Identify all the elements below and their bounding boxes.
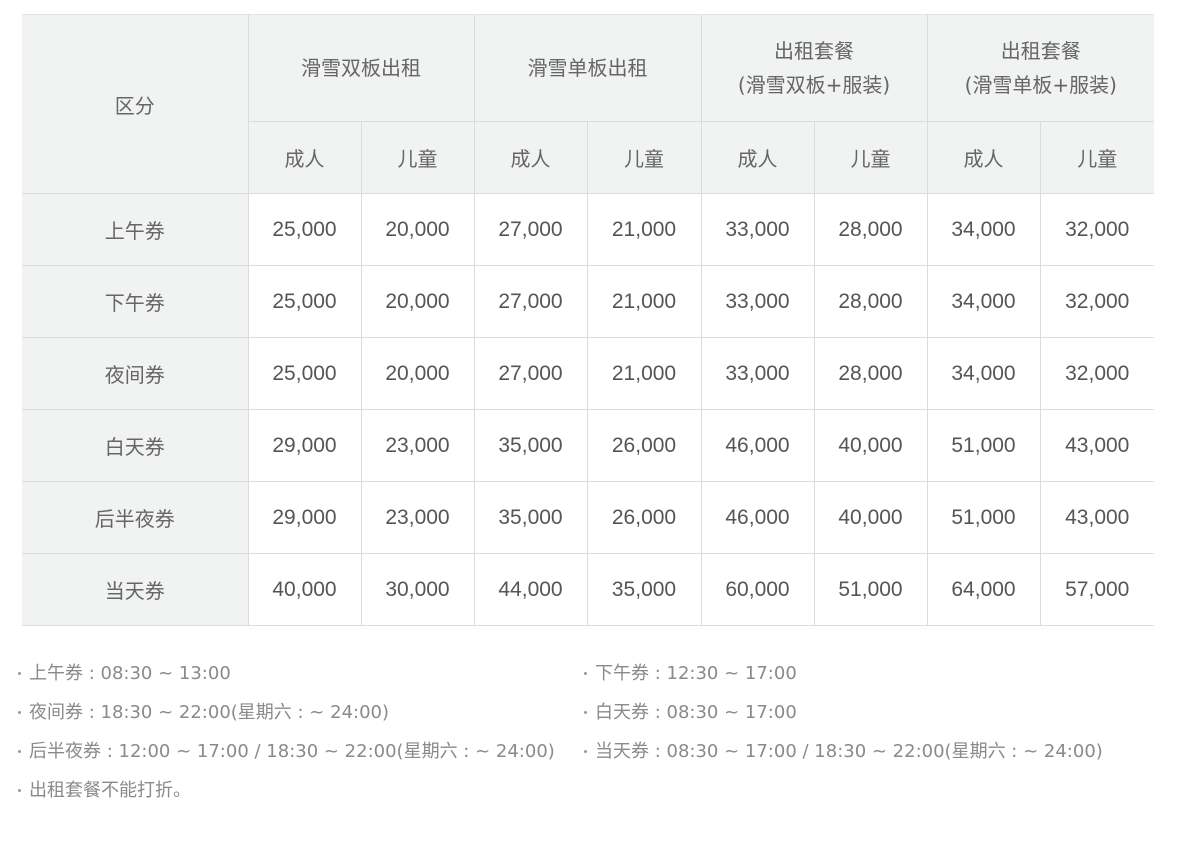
note-text: 夜间券 : 18:30 ~ 22:00(星期六 : ~ 24:00): [29, 702, 390, 723]
price-cell: 26,000: [586, 409, 702, 482]
price-cell: 40,000: [247, 553, 362, 626]
note-day-ticket: 白天券 : 08:30 ~ 17:00: [584, 699, 1144, 723]
note-late-night-ticket: 后半夜券 : 12:00 ~ 17:00 / 18:30 ~ 22:00(星期六…: [18, 738, 584, 762]
price-cell: 32,000: [1039, 337, 1154, 410]
price-cell: 34,000: [926, 193, 1041, 266]
price-cell: 25,000: [247, 337, 362, 410]
price-cell: 23,000: [360, 409, 475, 482]
price-cell: 40,000: [813, 409, 928, 482]
price-cell: 34,000: [926, 265, 1041, 338]
price-cell: 51,000: [926, 481, 1041, 554]
bullet-icon: [18, 671, 21, 675]
category-header: 区分: [22, 14, 249, 194]
row-label: 白天券: [22, 409, 249, 482]
row-label: 夜间券: [22, 337, 249, 410]
row-label: 后半夜券: [22, 481, 249, 554]
price-cell: 28,000: [813, 265, 928, 338]
price-cell: 28,000: [813, 193, 928, 266]
table-row: 后半夜券 29,000 23,000 35,000 26,000 46,000 …: [22, 481, 1154, 554]
snowboard-rental-header: 滑雪单板出租: [473, 14, 702, 122]
price-cell: 25,000: [247, 265, 362, 338]
price-cell: 29,000: [247, 409, 362, 482]
child-header: 儿童: [1039, 121, 1154, 194]
row-label: 下午券: [22, 265, 249, 338]
table-row: 白天券 29,000 23,000 35,000 26,000 46,000 4…: [22, 409, 1154, 482]
price-cell: 32,000: [1039, 193, 1154, 266]
price-cell: 46,000: [700, 409, 815, 482]
table-row: 下午券 25,000 20,000 27,000 21,000 33,000 2…: [22, 265, 1154, 338]
price-cell: 33,000: [700, 337, 815, 410]
ski-rental-header: 滑雪双板出租: [247, 14, 475, 122]
note-package-no-discount: 出租套餐不能打折。: [18, 777, 584, 801]
row-label: 当天券: [22, 553, 249, 626]
note-text: 出租套餐不能打折。: [29, 780, 191, 801]
bullet-icon: [584, 749, 587, 753]
price-cell: 33,000: [700, 265, 815, 338]
note-morning-ticket: 上午券 : 08:30 ~ 13:00: [18, 660, 584, 684]
table-row: 当天券 40,000 30,000 44,000 35,000 60,000 5…: [22, 553, 1154, 626]
note-text: 当天券 : 08:30 ~ 17:00 / 18:30 ~ 22:00(星期六 …: [595, 741, 1103, 762]
table-row: 上午券 25,000 20,000 27,000 21,000 33,000 2…: [22, 193, 1154, 266]
price-cell: 27,000: [473, 193, 588, 266]
price-cell: 35,000: [586, 553, 702, 626]
bullet-icon: [18, 710, 21, 714]
snowboard-package-header: 出租套餐 (滑雪单板+服装): [926, 14, 1154, 122]
note-night-ticket: 夜间券 : 18:30 ~ 22:00(星期六 : ~ 24:00): [18, 699, 584, 723]
note-text: 下午券 : 12:30 ~ 17:00: [595, 663, 797, 684]
price-cell: 21,000: [586, 193, 702, 266]
price-cell: 28,000: [813, 337, 928, 410]
price-cell: 43,000: [1039, 481, 1154, 554]
ski-package-header: 出租套餐 (滑雪双板+服装): [700, 14, 928, 122]
child-header: 儿童: [586, 121, 702, 194]
price-cell: 30,000: [360, 553, 475, 626]
price-cell: 44,000: [473, 553, 588, 626]
adult-header: 成人: [926, 121, 1041, 194]
row-label: 上午券: [22, 193, 249, 266]
price-cell: 26,000: [586, 481, 702, 554]
price-cell: 29,000: [247, 481, 362, 554]
price-cell: 25,000: [247, 193, 362, 266]
child-header: 儿童: [813, 121, 928, 194]
table-row: 夜间券 25,000 20,000 27,000 21,000 33,000 2…: [22, 337, 1154, 410]
bullet-icon: [18, 788, 21, 792]
adult-header: 成人: [473, 121, 588, 194]
note-text: 上午券 : 08:30 ~ 13:00: [29, 663, 231, 684]
price-cell: 34,000: [926, 337, 1041, 410]
price-cell: 60,000: [700, 553, 815, 626]
price-cell: 33,000: [700, 193, 815, 266]
price-cell: 20,000: [360, 265, 475, 338]
price-cell: 57,000: [1039, 553, 1154, 626]
price-cell: 43,000: [1039, 409, 1154, 482]
price-cell: 32,000: [1039, 265, 1154, 338]
price-cell: 27,000: [473, 265, 588, 338]
price-cell: 35,000: [473, 409, 588, 482]
bullet-icon: [18, 749, 21, 753]
price-cell: 46,000: [700, 481, 815, 554]
rental-price-table: 区分 滑雪双板出租 滑雪单板出租 出租套餐 (滑雪双板+服装) 出租套餐 (滑雪…: [22, 14, 1154, 626]
adult-header: 成人: [700, 121, 815, 194]
bullet-icon: [584, 671, 587, 675]
note-afternoon-ticket: 下午券 : 12:30 ~ 17:00: [584, 660, 1144, 684]
ticket-time-notes: 上午券 : 08:30 ~ 13:00 下午券 : 12:30 ~ 17:00 …: [18, 660, 1168, 801]
price-cell: 35,000: [473, 481, 588, 554]
note-full-day-ticket: 当天券 : 08:30 ~ 17:00 / 18:30 ~ 22:00(星期六 …: [584, 738, 1144, 762]
price-cell: 20,000: [360, 193, 475, 266]
price-cell: 23,000: [360, 481, 475, 554]
price-cell: 51,000: [813, 553, 928, 626]
note-text: 白天券 : 08:30 ~ 17:00: [595, 702, 797, 723]
child-header: 儿童: [360, 121, 475, 194]
adult-header: 成人: [248, 121, 362, 194]
bullet-icon: [584, 710, 587, 714]
price-cell: 64,000: [926, 553, 1041, 626]
note-text: 后半夜券 : 12:00 ~ 17:00 / 18:30 ~ 22:00(星期六…: [29, 741, 555, 762]
price-cell: 20,000: [360, 337, 475, 410]
price-cell: 21,000: [586, 265, 702, 338]
price-cell: 21,000: [586, 337, 702, 410]
price-cell: 40,000: [813, 481, 928, 554]
price-cell: 27,000: [473, 337, 588, 410]
price-cell: 51,000: [926, 409, 1041, 482]
